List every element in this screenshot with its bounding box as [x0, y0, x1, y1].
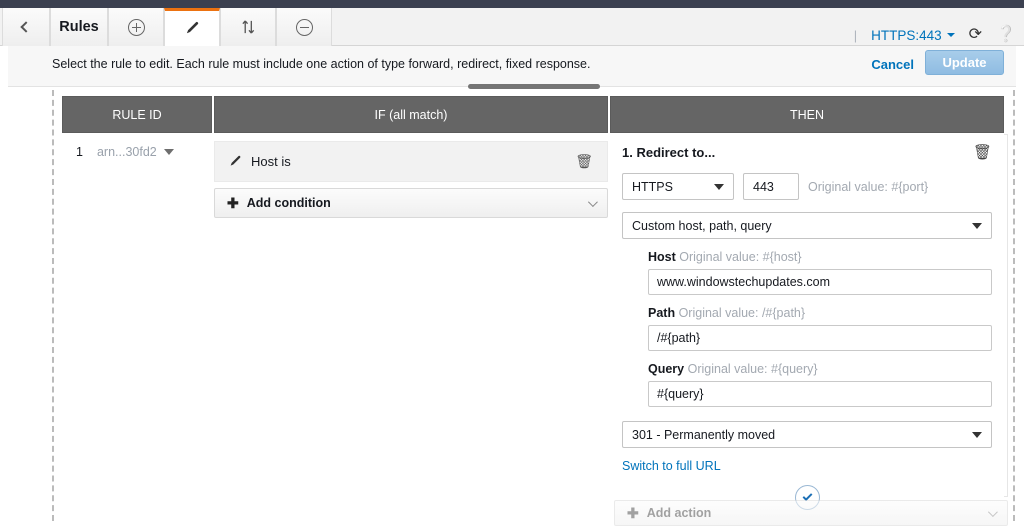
- query-input[interactable]: [648, 381, 992, 407]
- query-field-group: Query Original value: #{query}: [622, 362, 992, 407]
- port-original-note: Original value: #{port}: [808, 179, 929, 194]
- cancel-button[interactable]: Cancel: [871, 57, 914, 72]
- rule-id-cell: 1 arn...30fd2: [62, 133, 212, 159]
- port-input[interactable]: 443: [743, 173, 799, 200]
- help-circle-icon[interactable]: ❔: [996, 27, 1016, 43]
- table-header-row: RULE ID IF (all match) THEN: [62, 96, 1006, 133]
- uri-mode-value: Custom host, path, query: [632, 218, 772, 233]
- refresh-icon[interactable]: ⟳: [969, 27, 982, 43]
- condition-row-host-is[interactable]: Host is 🗑: [214, 141, 608, 182]
- column-header-if: IF (all match): [214, 96, 608, 133]
- pencil-icon: [186, 21, 198, 34]
- sort-updown-icon: [241, 20, 254, 34]
- path-field-group: Path Original value: /#{path}: [622, 306, 992, 351]
- reorder-rules-button[interactable]: [220, 8, 276, 46]
- chevron-left-icon: [20, 21, 32, 33]
- plus-circle-icon: [127, 18, 145, 36]
- caret-down-icon: [163, 149, 174, 155]
- instruction-bar: Select the rule to edit. Each rule must …: [8, 46, 1016, 87]
- rule-number: 1: [76, 145, 83, 159]
- then-action-cell: 1. Redirect to... 🗑 HTTPS 443 Original v…: [610, 133, 1004, 510]
- if-conditions-cell: Host is 🗑 ✚ Add condition: [214, 133, 608, 218]
- pencil-icon: [230, 155, 241, 166]
- update-button[interactable]: Update: [925, 50, 1004, 75]
- listener-label: HTTPS:443: [871, 27, 942, 43]
- add-condition-button[interactable]: ✚ Add condition: [214, 188, 608, 218]
- path-field-label: Path Original value: /#{path}: [648, 306, 992, 320]
- instruction-text: Select the rule to edit. Each rule must …: [52, 57, 591, 71]
- add-action-button[interactable]: ✚ Add action: [614, 500, 1008, 526]
- minus-circle-icon: [295, 18, 313, 36]
- host-input[interactable]: [648, 269, 992, 295]
- toolbar-separator: |: [853, 27, 858, 43]
- table-row: 1 arn...30fd2 Host is 🗑 ✚ Add condition: [62, 133, 1006, 510]
- switch-to-full-url-link[interactable]: Switch to full URL: [622, 459, 721, 473]
- path-original-note: Original value: /#{path}: [678, 306, 806, 320]
- caret-down-icon: [972, 222, 982, 229]
- rule-arn-label: arn...30fd2: [96, 145, 157, 159]
- chevron-down-icon: [587, 196, 598, 207]
- add-action-label: Add action: [646, 506, 712, 520]
- query-original-note: Original value: #{query}: [687, 362, 818, 376]
- page-title: Rules: [59, 19, 99, 35]
- rules-title-cell: Rules: [50, 8, 108, 46]
- add-rule-button[interactable]: [108, 8, 164, 46]
- host-label: Host: [648, 250, 676, 264]
- query-label: Query: [648, 362, 685, 376]
- action-title-row: 1. Redirect to... 🗑: [622, 143, 992, 161]
- trash-icon[interactable]: 🗑: [973, 143, 992, 161]
- path-input[interactable]: [648, 325, 992, 351]
- protocol-port-row: HTTPS 443 Original value: #{port}: [622, 173, 992, 200]
- port-value: 443: [753, 179, 774, 194]
- rule-drop-guide-left: [52, 90, 54, 521]
- back-button[interactable]: [2, 8, 50, 46]
- column-header-then: THEN: [610, 96, 1004, 133]
- top-navigation-strip: [0, 0, 1024, 8]
- uri-mode-select[interactable]: Custom host, path, query: [622, 212, 992, 239]
- protocol-value: HTTPS: [632, 179, 673, 194]
- delete-rule-button[interactable]: [276, 8, 332, 46]
- rules-table: RULE ID IF (all match) THEN 1 arn...30fd…: [62, 96, 1006, 510]
- column-header-rule-id: RULE ID: [62, 96, 212, 133]
- rules-toolbar: Rules | HTTPS:443 ⟳ ❔: [0, 8, 1024, 46]
- plus-icon: ✚: [227, 194, 239, 211]
- edit-rule-tab[interactable]: [164, 8, 220, 46]
- rule-drop-guide-right: [1013, 90, 1015, 521]
- host-field-group: Host Original value: #{host}: [622, 250, 992, 295]
- caret-down-icon: [714, 183, 724, 190]
- trash-icon[interactable]: 🗑: [575, 153, 593, 170]
- protocol-select[interactable]: HTTPS: [622, 173, 734, 200]
- caret-down-icon: [972, 431, 982, 438]
- plus-icon: ✚: [627, 504, 639, 521]
- action-title: 1. Redirect to...: [622, 144, 716, 160]
- add-condition-label: Add condition: [246, 196, 331, 210]
- listener-selector[interactable]: HTTPS:443: [871, 28, 955, 43]
- condition-label: Host is: [251, 154, 291, 169]
- query-field-label: Query Original value: #{query}: [648, 362, 992, 376]
- host-original-note: Original value: #{host}: [679, 250, 802, 264]
- rule-arn-selector[interactable]: arn...30fd2: [97, 145, 174, 159]
- chevron-down-icon: [946, 33, 955, 37]
- status-code-select[interactable]: 301 - Permanently moved: [622, 421, 992, 448]
- status-code-value: 301 - Permanently moved: [632, 427, 776, 442]
- host-field-label: Host Original value: #{host}: [648, 250, 992, 264]
- path-label: Path: [648, 306, 676, 320]
- horizontal-scrollbar-thumb[interactable]: [468, 84, 600, 89]
- chevron-down-icon: [987, 506, 998, 517]
